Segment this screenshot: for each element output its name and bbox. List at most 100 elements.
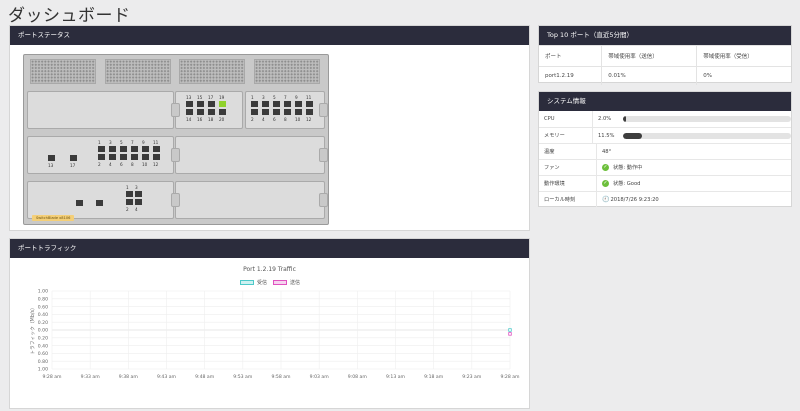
- port-mgmt-1[interactable]: [76, 200, 83, 206]
- port-8[interactable]: [131, 154, 138, 160]
- port-2[interactable]: [251, 109, 258, 115]
- x-tick-label: 9:23 am: [462, 374, 482, 380]
- x-tick-label: 9:48 am: [195, 374, 215, 380]
- y-tick-label: 1.00: [38, 289, 48, 295]
- port-number-label: 1: [126, 185, 129, 190]
- port-20[interactable]: [219, 109, 226, 115]
- port-number-label: 7: [284, 95, 287, 100]
- port-number-label: 9: [295, 95, 298, 100]
- port-3[interactable]: [135, 191, 142, 197]
- table-row[interactable]: port1.2.19 0.01% 0%: [539, 66, 791, 85]
- line-card-slot: 1 3 5 7 9 11 2 4 6 8 10 12: [245, 91, 325, 129]
- top10-title: Top 10 ポート（直近5分間）: [539, 26, 791, 45]
- port-11[interactable]: [306, 101, 313, 107]
- y-tick-label: 0.40: [38, 312, 48, 318]
- x-tick-label: 9:38 am: [119, 374, 139, 380]
- port-number-label: 10: [295, 117, 301, 122]
- port-number-label: 8: [284, 117, 287, 122]
- check-circle-icon: ✓: [602, 164, 609, 171]
- port-number-label: 2: [251, 117, 254, 122]
- cpu-row: CPU 2.0%: [539, 111, 791, 127]
- col-rx: 帯域使用率（受信）: [696, 45, 791, 67]
- x-tick-label: 9:28 am: [500, 374, 520, 380]
- port-10[interactable]: [142, 154, 149, 160]
- clock-icon: 🕘: [602, 196, 610, 203]
- port-number-label: 14: [186, 117, 192, 122]
- port-9[interactable]: [295, 101, 302, 107]
- port-number-label: 13: [186, 95, 192, 100]
- port-1[interactable]: [98, 146, 105, 152]
- port-7[interactable]: [131, 146, 138, 152]
- port-4[interactable]: [135, 199, 142, 205]
- port-16[interactable]: [197, 109, 204, 115]
- port-18[interactable]: [208, 109, 215, 115]
- port-number-label: 19: [219, 95, 225, 100]
- port-number-label: 6: [120, 162, 123, 167]
- port-15[interactable]: [197, 101, 204, 107]
- port-number-label: 4: [262, 117, 265, 122]
- fan-vent: [179, 59, 245, 84]
- port-17[interactable]: [208, 101, 215, 107]
- local-time-row: ローカル時刻 🕘 2018/7/26 9:23:20: [539, 191, 791, 207]
- x-tick-label: 9:18 am: [424, 374, 444, 380]
- port-number-label: 4: [135, 207, 138, 212]
- y-tick-label: 0.80: [38, 297, 48, 303]
- x-tick-label: 9:43 am: [157, 374, 177, 380]
- port-12[interactable]: [306, 109, 313, 115]
- x-tick-label: 9:53 am: [233, 374, 253, 380]
- port-3[interactable]: [262, 101, 269, 107]
- port-19[interactable]: [219, 101, 226, 107]
- y-tick-label: 0.60: [38, 304, 48, 310]
- memory-usage-bar: [623, 132, 791, 139]
- col-tx: 帯域使用率（送信）: [601, 45, 697, 67]
- port-mgmt-2[interactable]: [96, 200, 103, 206]
- port-17[interactable]: [70, 155, 77, 161]
- port-12[interactable]: [153, 154, 160, 160]
- port-2[interactable]: [126, 199, 133, 205]
- port-traffic-panel: ポートトラフィック Port 1.2.19 Traffic 受信 送信 1.00…: [9, 238, 530, 409]
- empty-slot: [175, 181, 325, 219]
- port-number-label: 12: [153, 162, 159, 167]
- port-5[interactable]: [120, 146, 127, 152]
- port-7[interactable]: [284, 101, 291, 107]
- system-info-panel: システム情報 CPU 2.0% メモリー 11.5% 温度 48° ファン ✓ …: [538, 91, 792, 207]
- port-14[interactable]: [186, 109, 193, 115]
- port-number-label: 5: [273, 95, 276, 100]
- port-number-label: 4: [109, 162, 112, 167]
- port-number-label: 3: [135, 185, 138, 190]
- fan-vent: [254, 59, 320, 84]
- port-1[interactable]: [251, 101, 258, 107]
- y-tick-label: 0.20: [38, 320, 48, 326]
- port-9[interactable]: [142, 146, 149, 152]
- port-6[interactable]: [273, 109, 280, 115]
- port-number-label: 2: [126, 207, 129, 212]
- port-6[interactable]: [120, 154, 127, 160]
- x-tick-label: 9:13 am: [386, 374, 406, 380]
- port-3[interactable]: [109, 146, 116, 152]
- port-11[interactable]: [153, 146, 160, 152]
- port-2[interactable]: [98, 154, 105, 160]
- port-10[interactable]: [295, 109, 302, 115]
- x-tick-label: 9:08 am: [348, 374, 368, 380]
- port-number-label: 20: [219, 117, 225, 122]
- port-4[interactable]: [262, 109, 269, 115]
- y-tick-label: 0.40: [38, 343, 48, 349]
- port-status-panel: ポートステータス 13 15 17 19 14 16 18 20 1 3 5 7 9 11 2 4 6 8 10 1…: [9, 25, 530, 231]
- fan-vent: [30, 59, 96, 84]
- port-number-label: 12: [306, 117, 312, 122]
- data-point: [508, 332, 512, 336]
- fan-vent: [105, 59, 171, 84]
- port-8[interactable]: [284, 109, 291, 115]
- port-4[interactable]: [109, 154, 116, 160]
- port-13[interactable]: [48, 155, 55, 161]
- port-5[interactable]: [273, 101, 280, 107]
- check-circle-icon: ✓: [602, 180, 609, 187]
- port-1[interactable]: [126, 191, 133, 197]
- port-number-label: 1: [251, 95, 254, 100]
- y-tick-label: 0.00: [38, 328, 48, 334]
- data-point: [508, 328, 512, 332]
- y-axis-label: トラフィック（Mb/s）: [30, 305, 36, 355]
- y-tick-label: 0.80: [38, 359, 48, 365]
- port-13[interactable]: [186, 101, 193, 107]
- line-card-slot: 1 3 2 4: [27, 181, 174, 219]
